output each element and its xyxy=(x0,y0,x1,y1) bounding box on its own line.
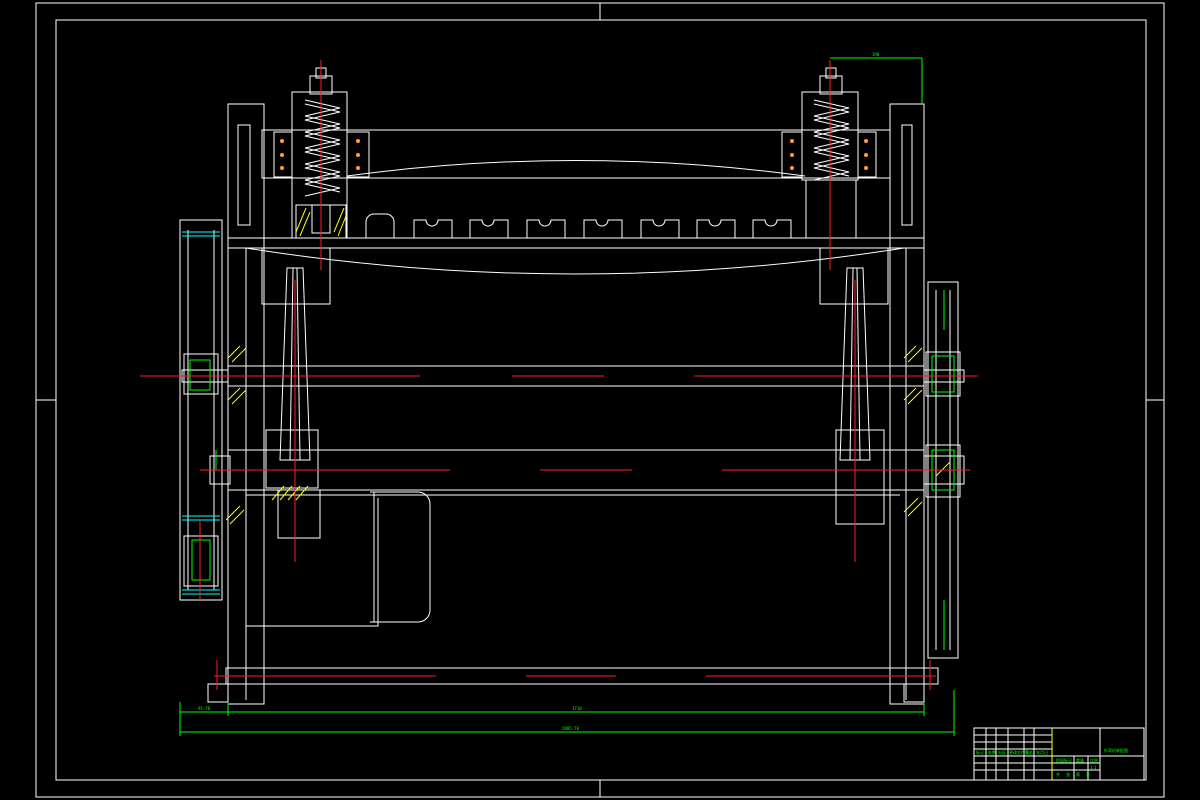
right-spring-assembly xyxy=(781,67,877,239)
title-block-sheet-total: 共 xyxy=(1056,771,1060,777)
left-pulley-belt xyxy=(179,219,223,601)
sheet-border xyxy=(35,2,1165,798)
centerlines xyxy=(140,60,978,690)
title-block-weight: 重量 xyxy=(1076,757,1084,763)
motor-housing xyxy=(245,491,431,627)
connecting-rods xyxy=(265,267,885,539)
cad-drawing-canvas: 190 95.78 1710 2005.78 折弯机装配图 标记 处数 分区 更… xyxy=(35,2,1165,798)
dim-overall-inner: 1710 xyxy=(572,706,582,711)
title-block: 折弯机装配图 标记 处数 分区 更改文件号 签名 年月日 阶段标记 重量 比例 … xyxy=(973,727,1145,781)
lower-bearing-blocks xyxy=(261,247,889,305)
title-block-stage: 阶段标记 xyxy=(1056,757,1072,763)
title-block-sheet-unit-b: 张 xyxy=(1086,771,1090,777)
dim-left-offset: 95.78 xyxy=(198,706,211,711)
title-block-count: 处数 xyxy=(988,749,996,755)
dim-overall-total: 2005.78 xyxy=(562,726,579,731)
title-block-date: 年月日 xyxy=(1036,749,1048,755)
machine-frame xyxy=(207,103,939,705)
title-block-ratio: 1:1 xyxy=(1090,765,1097,770)
title-block-scale: 比例 xyxy=(1090,757,1098,763)
title-block-sign: 签名 xyxy=(1025,749,1033,755)
title-block-zone: 分区 xyxy=(998,749,1006,755)
title-block-title: 折弯机装配图 xyxy=(1104,747,1128,753)
title-block-mark: 标记 xyxy=(976,749,984,755)
dimension-texts: 190 95.78 1710 2005.78 xyxy=(198,52,880,731)
dimension-lines xyxy=(179,57,955,736)
title-block-sheet-unit-a: 张 xyxy=(1066,771,1070,777)
dim-top-offset: 190 xyxy=(872,52,880,57)
title-block-sheet-current: 第 xyxy=(1076,771,1080,777)
beam-teeth xyxy=(365,213,792,238)
